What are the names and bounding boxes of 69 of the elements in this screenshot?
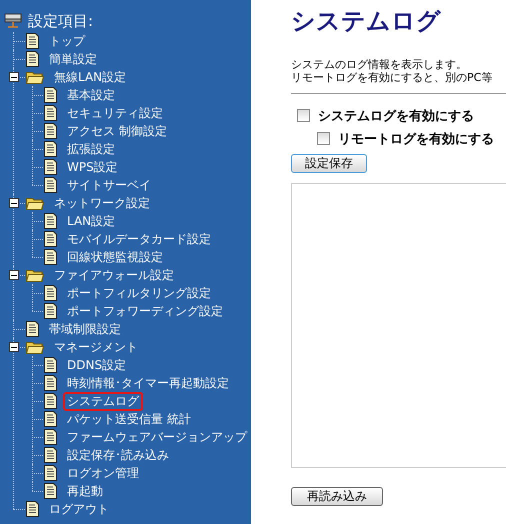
document-icon [44,177,57,193]
document-icon [26,33,39,49]
tree-item[interactable]: システムログ [63,392,143,410]
page-title: システムログ [291,6,442,37]
document-icon [44,123,57,139]
checkbox-label[interactable]: リモートログを有効にする [338,130,494,148]
tree-item[interactable]: LAN設定 [63,212,120,230]
description-text: リモートログを有効にすると、別のPC等 [291,71,494,84]
document-icon [44,465,57,481]
tree-item[interactable]: ポートフォワーディング設定 [63,302,227,320]
collapse-icon[interactable] [9,72,19,82]
document-icon [44,429,57,445]
tree-item[interactable]: ログアウト [45,500,113,518]
tree-title: 設定項目: [28,12,94,30]
document-icon [44,105,57,121]
tree-item[interactable]: マネージメント [50,338,142,356]
tree-item[interactable]: セキュリティ設定 [63,104,167,122]
tree-item[interactable]: パケット送受信量 統計 [63,410,195,428]
document-icon [44,159,57,175]
document-icon [44,231,57,247]
description-text: システムのログ情報を表示します。 [291,58,468,71]
tree-item[interactable]: モバイルデータカード設定 [63,230,215,248]
document-icon [44,285,57,301]
collapse-icon[interactable] [9,270,19,280]
document-icon [26,321,39,337]
tree-item[interactable]: 設定保存･読み込み [63,446,173,464]
document-icon [44,483,57,499]
checkbox[interactable] [317,132,330,145]
document-icon [44,213,57,229]
tree-item[interactable]: ファイアウォール設定 [50,266,178,284]
tree-item[interactable]: 帯域制限設定 [45,320,125,338]
network-device-icon [4,12,22,30]
collapse-icon[interactable] [9,342,19,352]
folder-icon [26,268,44,282]
checkbox-label[interactable]: システムログを有効にする [318,106,474,124]
tree-item[interactable]: 基本設定 [63,86,119,104]
document-icon [44,375,57,391]
tree-item[interactable]: 時刻情報･タイマー再起動設定 [63,374,233,392]
document-icon [26,501,39,517]
tree-item[interactable]: ログオン管理 [63,464,143,482]
tree-item[interactable]: WPS設定 [63,158,122,176]
document-icon [44,447,57,463]
document-icon [44,249,57,265]
tree-item[interactable]: DDNS設定 [63,356,130,374]
tree-item[interactable]: サイトサーベイ [63,176,155,194]
document-icon [44,393,57,409]
folder-icon [26,196,44,210]
tree-item[interactable]: ファームウェアバージョンアップ [63,428,251,446]
document-icon [44,141,57,157]
collapse-icon[interactable] [9,198,19,208]
tree-item[interactable]: ポートフィルタリング設定 [63,284,215,302]
folder-icon [26,70,44,84]
tree-item[interactable]: 拡張設定 [63,140,119,158]
document-icon [44,411,57,427]
document-icon [44,357,57,373]
tree-item[interactable]: ネットワーク設定 [50,194,154,212]
tree-item[interactable]: アクセス 制御設定 [63,122,171,140]
reload-button[interactable]: 再読み込み [291,487,383,506]
document-icon [44,87,57,103]
checkbox[interactable] [297,109,310,122]
tree-item[interactable]: トップ [45,32,89,50]
tree-item[interactable]: 回線状態監視設定 [63,248,167,266]
folder-icon [26,340,44,354]
save-settings-button[interactable]: 設定保存 [291,154,367,173]
tree-item[interactable]: 簡単設定 [45,50,101,68]
tree-item[interactable]: 再起動 [63,482,107,500]
document-icon [26,51,39,67]
tree-item[interactable]: 無線LAN設定 [50,68,130,86]
document-icon [44,303,57,319]
